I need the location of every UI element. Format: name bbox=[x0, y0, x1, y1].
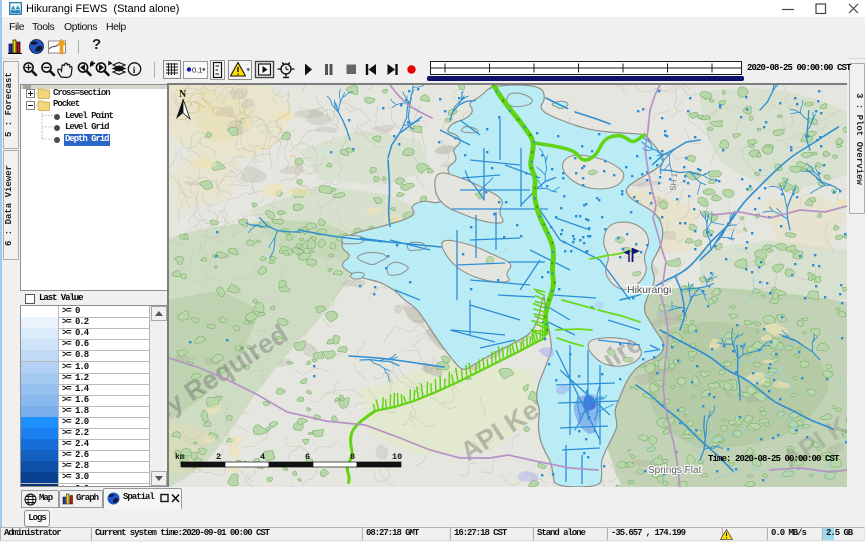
svg-text:0.1: 0.1 bbox=[192, 66, 202, 75]
svg-text:i: i bbox=[133, 66, 136, 76]
svg-text:km: km bbox=[175, 453, 185, 462]
svg-text:SH 1: SH 1 bbox=[669, 172, 680, 191]
svg-text:10: 10 bbox=[392, 452, 402, 462]
svg-text:Time: 2020-08-25 00:00:00 CST: Time: 2020-08-25 00:00:00 CST bbox=[708, 454, 840, 464]
svg-text:N: N bbox=[179, 89, 187, 100]
svg-text:2: 2 bbox=[216, 452, 221, 462]
svg-text:8: 8 bbox=[350, 452, 355, 462]
svg-text:6: 6 bbox=[305, 452, 310, 462]
svg-text:Springs Flat: Springs Flat bbox=[648, 465, 702, 476]
svg-text:4: 4 bbox=[260, 452, 265, 462]
svg-text:Hikurangi: Hikurangi bbox=[627, 284, 671, 296]
